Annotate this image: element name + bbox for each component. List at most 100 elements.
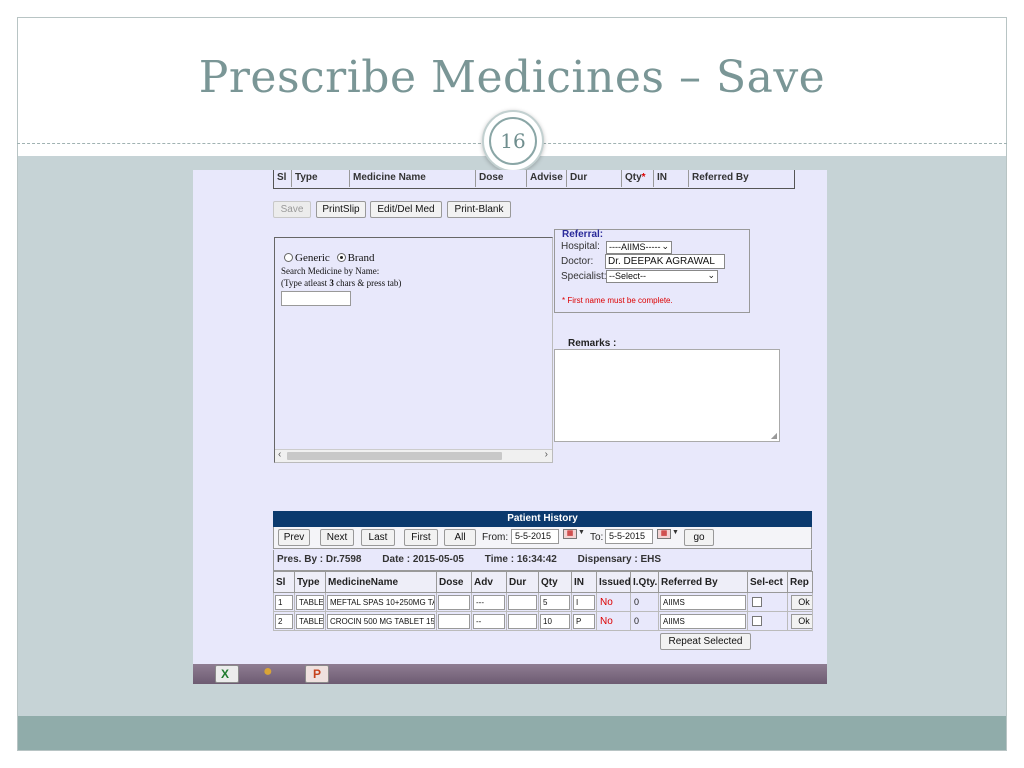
chevron-down-icon: ⌄ bbox=[661, 241, 669, 251]
col-dur: Dur bbox=[566, 170, 621, 187]
repeat-selected-button[interactable]: Repeat Selected bbox=[660, 633, 751, 650]
patient-history-toolbar: Prev Next Last First All From: 5-5-2015 … bbox=[273, 527, 812, 549]
dur-field[interactable] bbox=[508, 613, 537, 629]
slide-title: Prescribe Medicines – Save bbox=[198, 52, 826, 103]
hcol-sl: Sl bbox=[273, 571, 295, 593]
medicine-field[interactable]: CROCIN 500 MG TABLET 15 bbox=[327, 613, 435, 629]
referral-fieldset: Referral: Hospital: ----AIIMS----- ⌄ Doc… bbox=[554, 229, 750, 313]
in-field[interactable]: I bbox=[573, 594, 595, 610]
repeat-ok-button[interactable]: Ok bbox=[791, 613, 812, 629]
paint-icon[interactable] bbox=[259, 663, 283, 683]
dose-field[interactable] bbox=[438, 613, 470, 629]
last-button[interactable]: Last bbox=[361, 529, 395, 546]
generic-radio[interactable] bbox=[284, 253, 293, 262]
print-slip-button[interactable]: PrintSlip bbox=[316, 201, 366, 218]
select-checkbox[interactable] bbox=[752, 616, 762, 627]
horizontal-scrollbar[interactable]: ‹ › bbox=[275, 449, 552, 462]
adv-field[interactable]: -- bbox=[473, 613, 505, 629]
referral-legend: Referral: bbox=[562, 229, 604, 240]
table-row: 2 TABLE CROCIN 500 MG TABLET 15 -- 10 P … bbox=[273, 611, 813, 631]
footer-band bbox=[18, 716, 1006, 750]
hcol-dur: Dur bbox=[506, 571, 539, 593]
issued-qty: 0 bbox=[634, 616, 640, 626]
resize-grip-icon[interactable]: ◢ bbox=[771, 431, 777, 440]
scroll-right-icon[interactable]: › bbox=[545, 449, 548, 460]
search-hint: (Type atleast 3 chars & press tab) bbox=[281, 278, 401, 288]
prev-button[interactable]: Prev bbox=[278, 529, 310, 546]
remarks-label: Remarks : bbox=[568, 338, 617, 349]
hospital-select[interactable]: ----AIIMS----- ⌄ bbox=[606, 241, 672, 254]
issued-qty: 0 bbox=[634, 597, 640, 607]
medicine-search-input[interactable] bbox=[281, 291, 351, 306]
repeat-ok-button[interactable]: Ok bbox=[791, 594, 812, 610]
issued-status: No bbox=[600, 596, 613, 608]
all-button[interactable]: All bbox=[444, 529, 476, 546]
print-blank-button[interactable]: Print-Blank bbox=[447, 201, 511, 218]
search-hint-prefix: (Type atleast bbox=[281, 278, 330, 288]
col-referred-by: Referred By bbox=[688, 170, 794, 187]
edit-del-med-button[interactable]: Edit/Del Med bbox=[370, 201, 442, 218]
calendar-icon[interactable]: ▦ bbox=[657, 529, 671, 539]
scrollbar-thumb[interactable] bbox=[287, 452, 502, 460]
dropdown-arrow-icon[interactable]: ▼ bbox=[578, 529, 585, 536]
calendar-icon[interactable]: ▦ bbox=[563, 529, 577, 539]
table-row: 1 TABLE MEFTAL SPAS 10+250MG TA --- 5 I … bbox=[273, 592, 813, 612]
go-button[interactable]: go bbox=[684, 529, 714, 546]
medicine-table-header: Sl Type Medicine Name Dose Advise Dur Qt… bbox=[273, 170, 795, 189]
first-button[interactable]: First bbox=[404, 529, 438, 546]
specialist-select[interactable]: --Select-- ⌄ bbox=[606, 270, 718, 283]
chevron-down-icon: ⌄ bbox=[707, 270, 715, 280]
page-number: 16 bbox=[489, 117, 537, 165]
brand-label: Brand bbox=[347, 252, 375, 264]
save-button[interactable]: Save bbox=[273, 201, 311, 218]
qty-field[interactable]: 10 bbox=[540, 613, 570, 629]
hcol-adv: Adv bbox=[471, 571, 507, 593]
issued-status: No bbox=[600, 615, 613, 627]
next-button[interactable]: Next bbox=[320, 529, 354, 546]
referred-by-field[interactable]: AIIMS bbox=[660, 613, 746, 629]
hcol-referred-by: Referred By bbox=[658, 571, 748, 593]
dose-field[interactable] bbox=[438, 594, 470, 610]
remarks-textarea[interactable]: ◢ bbox=[554, 349, 780, 442]
from-label: From: bbox=[482, 532, 509, 543]
sl-field[interactable]: 1 bbox=[275, 594, 293, 610]
col-qty: Qty* bbox=[621, 170, 653, 187]
col-dose: Dose bbox=[475, 170, 526, 187]
type-field[interactable]: TABLE bbox=[296, 594, 324, 610]
hospital-value: ----AIIMS----- bbox=[609, 242, 661, 252]
medicine-search-panel: Generic Brand Search Medicine by Name: (… bbox=[274, 237, 553, 463]
prescription-info: Pres. By : Dr.7598 Date : 2015-05-05 Tim… bbox=[273, 550, 812, 571]
in-field[interactable]: P bbox=[573, 613, 595, 629]
prescription-time: Time : 16:34:42 bbox=[484, 554, 557, 565]
hcol-qty: Qty bbox=[538, 571, 572, 593]
dropdown-arrow-icon[interactable]: ▼ bbox=[672, 529, 679, 536]
adv-field[interactable]: --- bbox=[473, 594, 505, 610]
page-number-badge: 16 bbox=[482, 110, 544, 172]
from-date-input[interactable]: 5-5-2015 bbox=[511, 529, 559, 544]
taskbar bbox=[193, 663, 827, 684]
dur-field[interactable] bbox=[508, 594, 537, 610]
excel-icon[interactable] bbox=[215, 665, 239, 683]
sl-field[interactable]: 2 bbox=[275, 613, 293, 629]
patient-history-table: Sl Type MedicineName Dose Adv Dur Qty IN… bbox=[273, 571, 813, 631]
to-date-input[interactable]: 5-5-2015 bbox=[605, 529, 653, 544]
brand-radio[interactable] bbox=[336, 253, 346, 262]
select-checkbox[interactable] bbox=[752, 597, 762, 608]
powerpoint-icon[interactable] bbox=[305, 665, 329, 683]
specialist-value: --Select-- bbox=[609, 271, 647, 281]
qty-field[interactable]: 5 bbox=[540, 594, 570, 610]
scroll-left-icon[interactable]: ‹ bbox=[278, 449, 281, 460]
hcol-rep: Rep bbox=[787, 571, 813, 593]
dispensary: Dispensary : EHS bbox=[577, 554, 662, 565]
col-medicine-name: Medicine Name bbox=[349, 170, 475, 187]
hcol-iqty: I.Qty. bbox=[630, 571, 659, 593]
hcol-issued: Issued bbox=[596, 571, 631, 593]
hcol-dose: Dose bbox=[436, 571, 472, 593]
type-field[interactable]: TABLE bbox=[296, 613, 324, 629]
medicine-field[interactable]: MEFTAL SPAS 10+250MG TA bbox=[327, 594, 435, 610]
to-label: To: bbox=[590, 532, 604, 543]
col-in: IN bbox=[653, 170, 688, 187]
doctor-input[interactable]: Dr. DEEPAK AGRAWAL bbox=[605, 254, 725, 269]
col-advise: Advise bbox=[526, 170, 566, 187]
referred-by-field[interactable]: AIIMS bbox=[660, 594, 746, 610]
